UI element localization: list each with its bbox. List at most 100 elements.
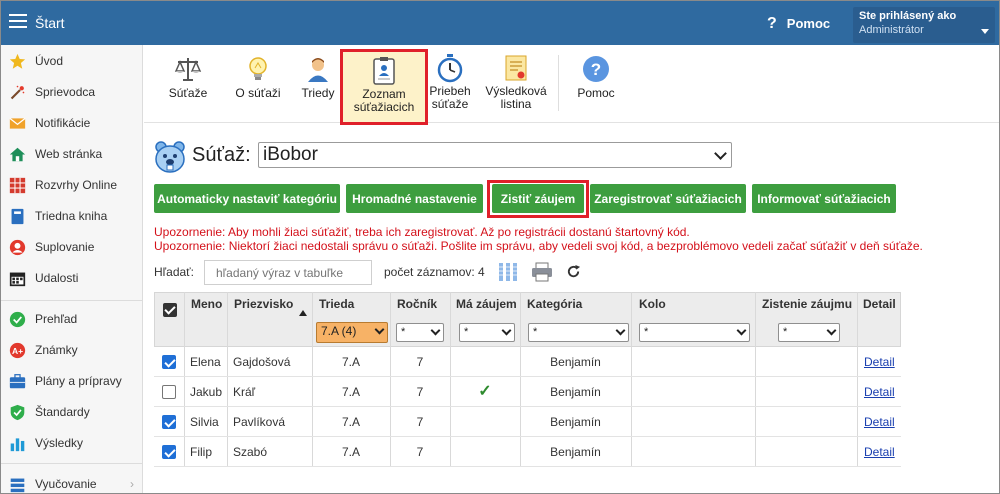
cell-priezvisko: Pavlíková (233, 415, 286, 429)
column-header-meno[interactable]: Meno (191, 297, 222, 311)
chevron-down-icon (736, 325, 747, 336)
person-icon (9, 239, 26, 256)
table-row[interactable]: Silvia Pavlíková 7.A 7 Benjamín Detail (154, 407, 901, 437)
inform-competitors-button[interactable]: Informovať súťažiacich (752, 184, 896, 213)
shield-check-icon (9, 404, 26, 421)
sidebar-item-prehlad[interactable]: Prehľad (1, 304, 142, 334)
filter-ma-zaujem[interactable]: * (459, 323, 515, 342)
cell-kategoria: Benjamín (550, 385, 601, 399)
filter-trieda-value: 7.A (4) (321, 324, 357, 338)
sort-ascending-icon (299, 310, 307, 316)
chevron-down-icon (374, 324, 385, 335)
top-bar: Štart ? Pomoc Ste prihlásený ako Administ… (1, 1, 999, 45)
column-header-detail[interactable]: Detail (863, 297, 896, 311)
columns-icon[interactable] (498, 262, 518, 282)
cell-kategoria: Benjamín (550, 415, 601, 429)
cell-rocnik: 7 (416, 415, 424, 429)
column-header-rocnik[interactable]: Ročník (397, 297, 437, 311)
print-icon[interactable] (531, 262, 553, 282)
row-checkbox[interactable] (162, 445, 176, 459)
filter-zistenie-zaujmu[interactable]: * (778, 323, 840, 342)
warning-registration: Upozornenie: Aby mohli žiaci súťažiť, tr… (154, 225, 690, 239)
column-header-priezvisko[interactable]: Priezvisko (234, 297, 293, 311)
table-row[interactable]: Filip Szabó 7.A 7 Benjamín Detail (154, 437, 901, 467)
toolbar-priebeh-sutaze[interactable]: Priebeh súťaže (426, 49, 474, 121)
filter-kolo[interactable]: * (639, 323, 750, 342)
sidebar-item-notifikacie[interactable]: Notifikácie (1, 108, 142, 138)
sidebar-divider (1, 300, 142, 301)
table-row[interactable]: Jakub Kráľ 7.A 7 ✓ Benjamín Detail (154, 377, 901, 407)
bulk-settings-button[interactable]: Hromadné nastavenie (346, 184, 483, 213)
login-dropdown[interactable]: Ste prihlásený ako Administrátor (853, 7, 995, 43)
auto-category-button[interactable]: Automaticky nastaviť kategóriu (154, 184, 340, 213)
find-interest-button[interactable]: Zistiť záujem (492, 184, 584, 213)
chevron-right-icon: › (130, 477, 134, 491)
sidebar-item-sprievodca[interactable]: Sprievodca (1, 77, 142, 107)
toolbar-label: O súťaži (235, 86, 281, 100)
sidebar-item-suplovanie[interactable]: Suplovanie (1, 232, 142, 262)
detail-link[interactable]: Detail (864, 377, 895, 407)
toolbar-o-sutazi[interactable]: O súťaži (232, 49, 284, 121)
select-all-checkbox[interactable] (163, 303, 177, 317)
detail-link[interactable]: Detail (864, 437, 895, 467)
toolbar-label-line2: súťaže (431, 97, 469, 111)
row-checkbox[interactable] (162, 415, 176, 429)
register-competitors-button[interactable]: Zaregistrovať súťažiacich (590, 184, 746, 213)
sidebar-item-web-stranka[interactable]: Web stránka (1, 139, 142, 169)
toolbar-divider (558, 55, 559, 111)
sidebar-item-plany-a-pripravy[interactable]: Plány a prípravy (1, 366, 142, 396)
login-label: Ste prihlásený ako (859, 10, 957, 22)
toolbar-souteze[interactable]: Súťaže (162, 49, 214, 121)
chevron-down-icon (430, 325, 441, 336)
column-header-kolo[interactable]: Kolo (639, 297, 666, 311)
toolbar-zoznam-sutaziacich[interactable]: Zoznam súťažiacich (340, 49, 428, 125)
column-header-trieda[interactable]: Trieda (319, 297, 354, 311)
module-toolbar: Súťaže O súťaži Triedy Zoznam súťažiacic… (144, 45, 999, 125)
detail-link[interactable]: Detail (864, 407, 895, 437)
row-checkbox[interactable] (162, 385, 176, 399)
table-row[interactable]: Elena Gajdošová 7.A 7 Benjamín Detail (154, 347, 901, 377)
help-link[interactable]: ? Pomoc (767, 15, 830, 33)
sidebar-item-label: Plány a prípravy (35, 374, 122, 388)
sidebar-item-vyucovanie[interactable]: Vyučovanie › (1, 469, 142, 493)
sidebar-item-rozvrhy-online[interactable]: Rozvrhy Online (1, 170, 142, 200)
sidebar-item-znamky[interactable]: A+ Známky (1, 335, 142, 365)
sidebar-item-udalosti[interactable]: Udalosti (1, 263, 142, 293)
app-title[interactable]: Štart (35, 15, 65, 31)
toolbar-vysledkova-listina[interactable]: Výsledková listina (480, 49, 552, 121)
sidebar-item-label: Udalosti (35, 271, 79, 285)
cell-priezvisko: Kráľ (233, 385, 256, 399)
calendar-grid-icon (9, 177, 26, 194)
cell-rocnik: 7 (416, 355, 424, 369)
toolbar-triedy[interactable]: Triedy (294, 49, 342, 121)
refresh-icon[interactable] (566, 264, 581, 279)
toolbar-pomoc[interactable]: ? Pomoc (572, 49, 620, 121)
star-icon (9, 53, 26, 70)
beaver-logo-icon (153, 140, 187, 174)
chevron-down-icon (615, 325, 626, 336)
sidebar-item-uvod[interactable]: Úvod (1, 46, 142, 76)
column-header-zistenie-zaujmu[interactable]: Zistenie záujmu (762, 297, 852, 311)
hamburger-menu-icon[interactable] (9, 14, 27, 30)
column-header-ma-zaujem[interactable]: Má záujem (456, 297, 517, 311)
column-header-kategoria[interactable]: Kategória (527, 297, 582, 311)
filter-rocnik[interactable]: * (396, 323, 444, 342)
check-circle-icon (9, 311, 26, 328)
search-label: Hľadať: (154, 265, 195, 279)
sidebar-item-label: Štandardy (35, 405, 90, 419)
row-checkbox[interactable] (162, 355, 176, 369)
sidebar-item-standardy[interactable]: Štandardy (1, 397, 142, 427)
filter-trieda[interactable]: 7.A (4) (316, 322, 388, 343)
bar-chart-icon (9, 435, 26, 452)
search-input[interactable] (204, 260, 372, 285)
cell-ma-zaujem (450, 407, 520, 437)
sidebar-item-triedna-kniha[interactable]: Triedna kniha (1, 201, 142, 231)
cell-meno: Jakub (190, 385, 223, 399)
filter-kategoria[interactable]: * (528, 323, 629, 342)
sidebar-item-vysledky[interactable]: Výsledky (1, 428, 142, 458)
detail-link[interactable]: Detail (864, 347, 895, 377)
cell-rocnik: 7 (416, 445, 424, 459)
cell-priezvisko: Gajdošová (233, 355, 291, 369)
competition-select[interactable]: iBobor (258, 142, 732, 168)
sidebar-item-label: Úvod (35, 54, 64, 68)
